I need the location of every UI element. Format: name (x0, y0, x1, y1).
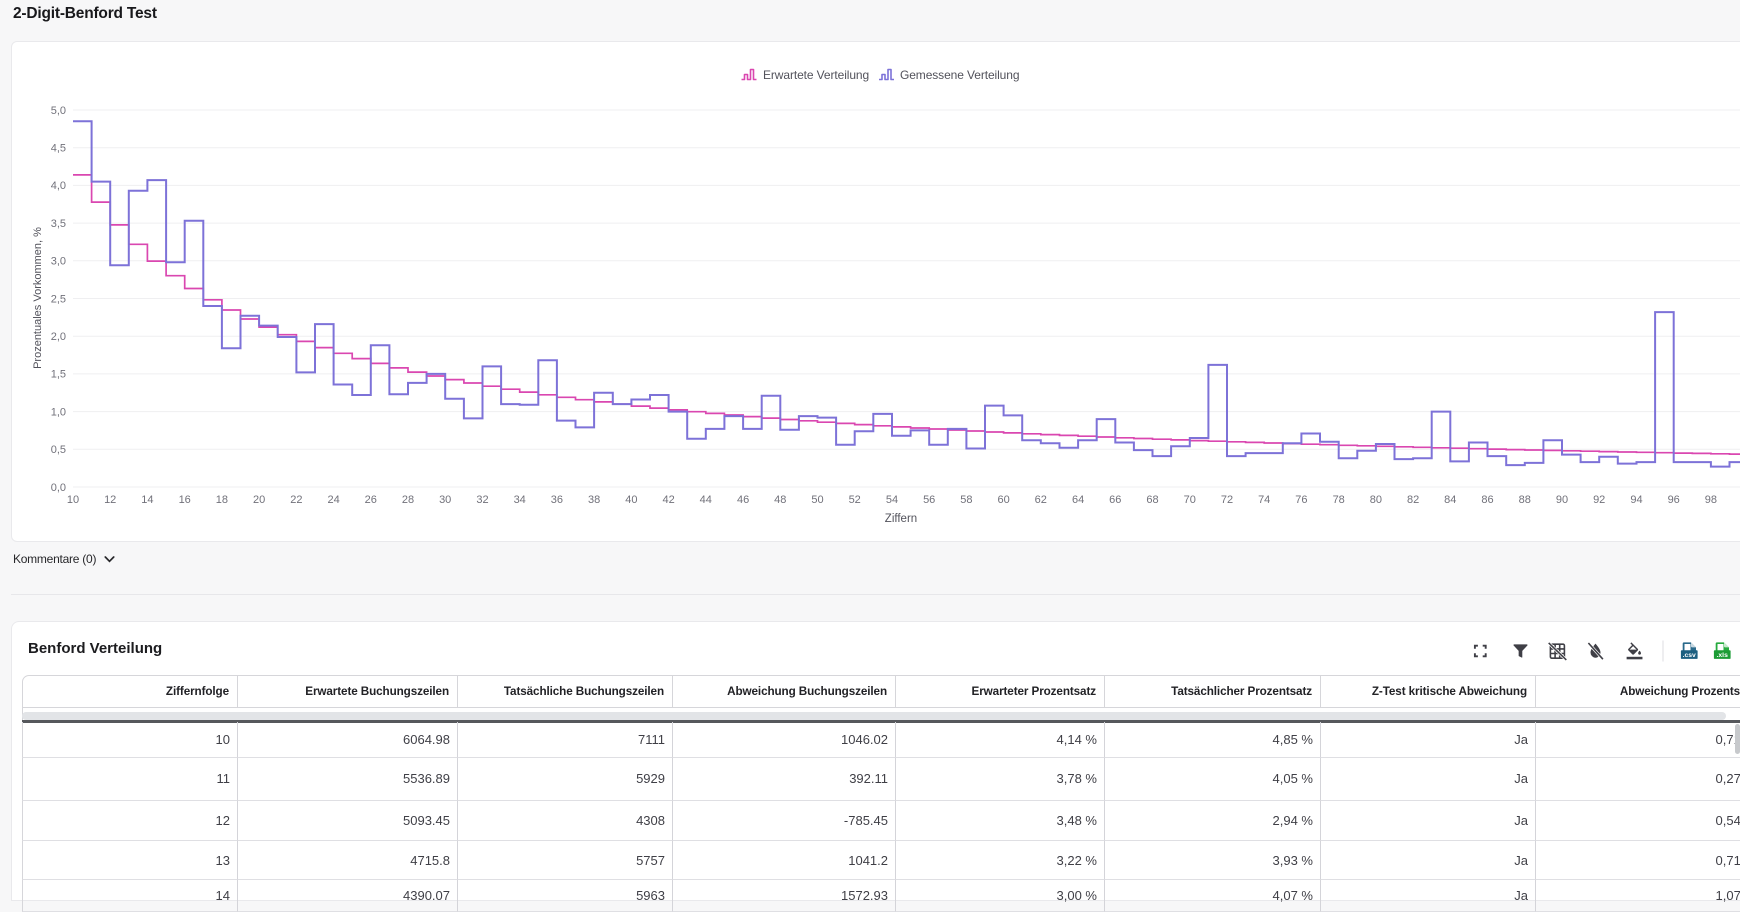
svg-text:14: 14 (141, 494, 153, 506)
svg-text:0,0: 0,0 (51, 482, 66, 494)
svg-text:72: 72 (1221, 494, 1233, 506)
svg-text:66: 66 (1109, 494, 1121, 506)
svg-text:58: 58 (960, 494, 972, 506)
svg-text:52: 52 (849, 494, 861, 506)
svg-text:32: 32 (476, 494, 488, 506)
svg-text:4,5: 4,5 (51, 143, 66, 155)
svg-text:10: 10 (67, 494, 79, 506)
svg-text:1,0: 1,0 (51, 406, 66, 418)
svg-text:56: 56 (923, 494, 935, 506)
svg-text:22: 22 (290, 494, 302, 506)
svg-text:38: 38 (588, 494, 600, 506)
svg-text:60: 60 (997, 494, 1009, 506)
svg-text:34: 34 (514, 494, 526, 506)
svg-text:5,0: 5,0 (51, 105, 66, 117)
svg-text:20: 20 (253, 494, 265, 506)
svg-text:26: 26 (365, 494, 377, 506)
svg-text:92: 92 (1593, 494, 1605, 506)
svg-text:16: 16 (179, 494, 191, 506)
svg-text:30: 30 (439, 494, 451, 506)
svg-text:24: 24 (327, 494, 339, 506)
svg-text:1,5: 1,5 (51, 369, 66, 381)
svg-text:74: 74 (1258, 494, 1270, 506)
svg-text:.xls: .xls (1717, 652, 1729, 659)
svg-text:64: 64 (1072, 494, 1084, 506)
svg-text:40: 40 (625, 494, 637, 506)
svg-text:.csv: .csv (1683, 652, 1696, 659)
svg-text:18: 18 (216, 494, 228, 506)
svg-text:96: 96 (1668, 494, 1680, 506)
svg-text:98: 98 (1705, 494, 1717, 506)
svg-text:3,5: 3,5 (51, 218, 66, 230)
svg-text:0,5: 0,5 (51, 444, 66, 456)
svg-text:4,0: 4,0 (51, 180, 66, 192)
svg-text:50: 50 (811, 494, 823, 506)
svg-text:88: 88 (1519, 494, 1531, 506)
svg-text:82: 82 (1407, 494, 1419, 506)
svg-text:36: 36 (551, 494, 563, 506)
svg-text:86: 86 (1481, 494, 1493, 506)
svg-text:90: 90 (1556, 494, 1568, 506)
svg-text:Prozentuales Vorkommen, %: Prozentuales Vorkommen, % (32, 227, 44, 369)
svg-text:78: 78 (1333, 494, 1345, 506)
svg-text:84: 84 (1444, 494, 1456, 506)
svg-text:28: 28 (402, 494, 414, 506)
svg-text:70: 70 (1184, 494, 1196, 506)
svg-text:48: 48 (774, 494, 786, 506)
svg-text:2,0: 2,0 (51, 331, 66, 343)
svg-text:80: 80 (1370, 494, 1382, 506)
svg-text:12: 12 (104, 494, 116, 506)
svg-text:2,5: 2,5 (51, 293, 66, 305)
svg-text:46: 46 (737, 494, 749, 506)
svg-text:54: 54 (886, 494, 898, 506)
svg-text:Ziffern: Ziffern (885, 513, 917, 525)
svg-text:94: 94 (1630, 494, 1642, 506)
svg-text:3,0: 3,0 (51, 256, 66, 268)
svg-text:76: 76 (1295, 494, 1307, 506)
svg-text:68: 68 (1146, 494, 1158, 506)
svg-text:44: 44 (700, 494, 712, 506)
svg-text:42: 42 (662, 494, 674, 506)
svg-text:62: 62 (1035, 494, 1047, 506)
